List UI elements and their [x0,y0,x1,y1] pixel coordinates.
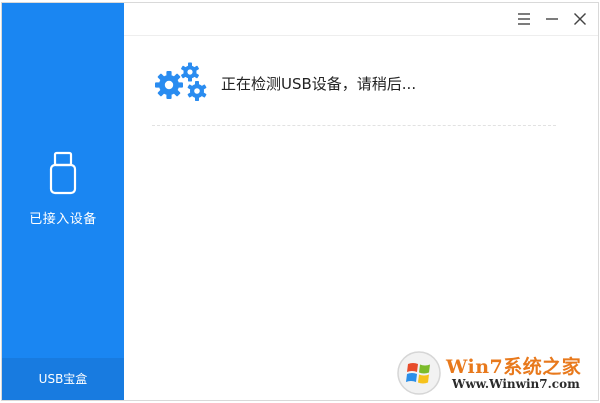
watermark: Win7系统之家 Www.Winwin7.com [396,348,592,396]
minimize-icon [546,18,558,20]
detection-status: 正在检测USB设备，请稍后... [152,61,556,126]
close-icon [574,13,586,25]
sidebar: 已接入设备 USB宝盒 [2,3,124,400]
watermark-brand: Win7系统之家 [446,356,582,378]
app-window: 已接入设备 USB宝盒 正在检测USB设备，请稍后... Win7系统之家 Ww… [1,2,599,401]
menu-icon [518,13,530,25]
sidebar-item-label: 已接入设备 [29,212,97,227]
windows-logo-icon [397,351,441,395]
sidebar-footer: USB宝盒 [2,358,124,400]
gears-icon [155,62,207,101]
status-text: 正在检测USB设备，请稍后... [221,75,417,93]
titlebar [124,3,598,36]
sidebar-item-connected-devices[interactable]: 已接入设备 [2,151,124,241]
minimize-button[interactable] [542,9,562,29]
watermark-url: Www.Winwin7.com [452,377,580,391]
usb-drive-icon [49,151,77,195]
close-button[interactable] [570,9,590,29]
menu-button[interactable] [514,9,534,29]
